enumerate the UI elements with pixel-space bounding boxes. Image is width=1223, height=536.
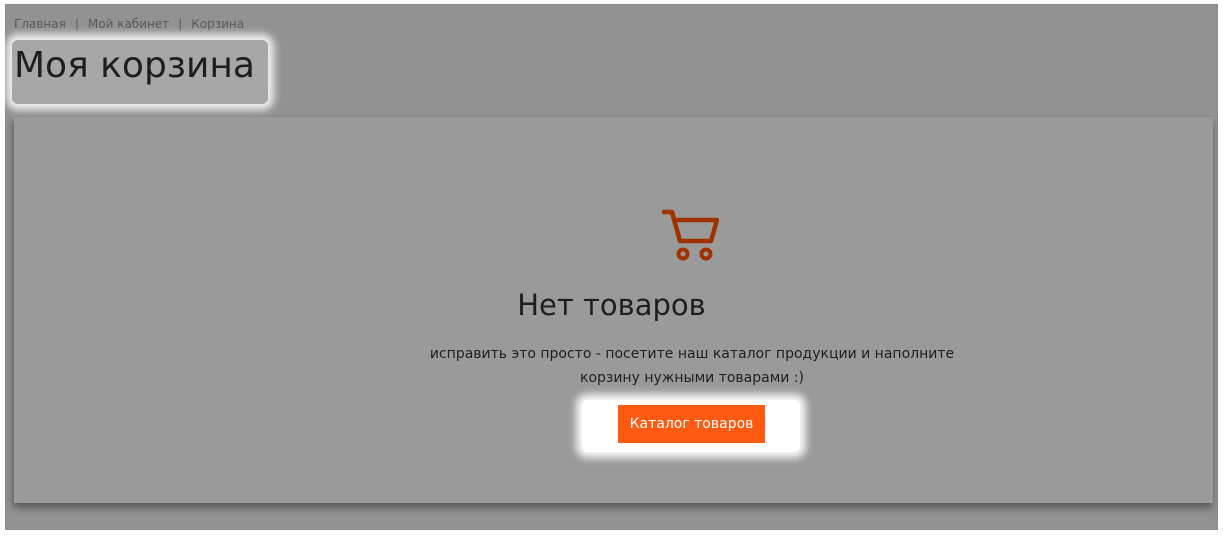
breadcrumb-account-link[interactable]: Мой кабинет	[88, 17, 169, 31]
catalog-button[interactable]: Каталог товаров	[618, 405, 765, 443]
breadcrumb-home-link[interactable]: Главная	[14, 17, 66, 31]
empty-cart-heading: Нет товаров	[517, 288, 706, 322]
empty-cart-message-line: корзину нужными товарами :)	[579, 370, 804, 386]
breadcrumb-current: Корзина	[191, 17, 245, 31]
breadcrumb-separator: |	[178, 17, 183, 31]
breadcrumb: Главная | Мой кабинет | Корзина	[14, 17, 244, 31]
empty-cart-message: исправить это просто - посетите наш ката…	[420, 342, 964, 390]
page-title: Моя корзина	[14, 45, 255, 86]
shopping-cart-icon	[659, 204, 720, 264]
empty-cart-message-line: исправить это просто - посетите наш ката…	[429, 346, 955, 362]
breadcrumb-separator: |	[74, 17, 79, 31]
